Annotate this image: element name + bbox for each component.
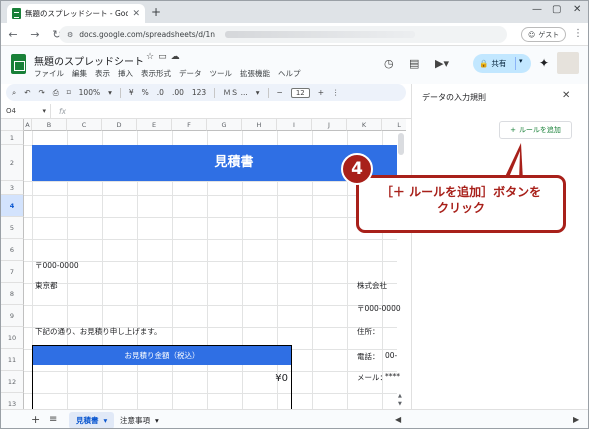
all-sheets-icon[interactable]: ≡ xyxy=(49,414,57,425)
sheet-tab[interactable]: 注意事項 ▾ xyxy=(113,412,166,428)
callout-box: ［＋ ルールを追加］ボタンを クリック xyxy=(356,175,566,233)
sheet-tab-label: 見積書 xyxy=(76,416,99,425)
scroll-left-icon[interactable]: ◀ xyxy=(395,415,401,424)
chevron-down-icon[interactable]: ▾ xyxy=(155,416,159,425)
panel-expand-icon[interactable]: ▶ xyxy=(573,415,579,424)
sheet-tab-active[interactable]: 見積書 ▾ xyxy=(69,412,115,428)
chevron-down-icon[interactable]: ▾ xyxy=(104,416,108,425)
add-sheet-icon[interactable]: + xyxy=(31,413,40,426)
step-badge: 4 xyxy=(341,153,373,185)
sheet-bar: + ≡ 見積書 ▾ 注意事項 ▾ ◀ ▶ xyxy=(1,409,588,428)
browser-window: 無題のスプレッドシート - Google ス ✕ + — ▢ ✕ ← → ↻ ⚙… xyxy=(0,0,589,429)
callout-text: ［＋ ルールを追加］ボタンを クリック xyxy=(380,185,542,215)
sheet-tab-label: 注意事項 xyxy=(120,416,150,425)
